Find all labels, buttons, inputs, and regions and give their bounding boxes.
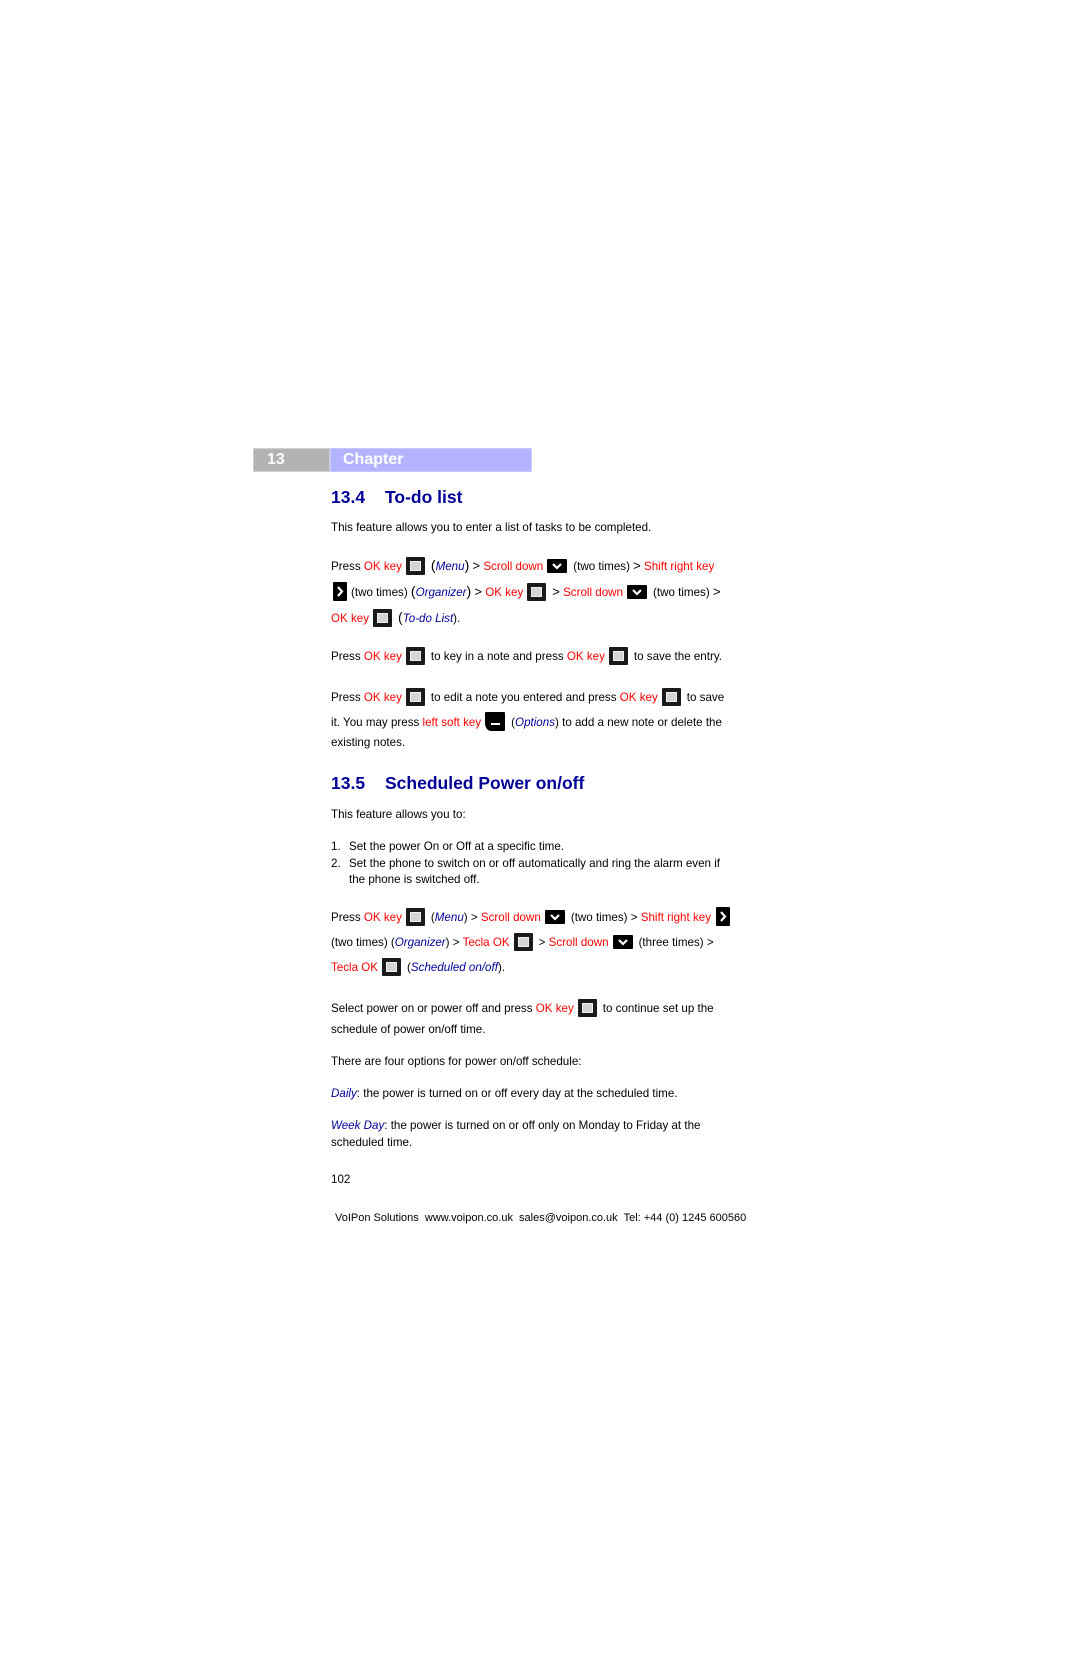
ok-key-icon bbox=[661, 688, 681, 706]
todo-list-label: To-do List bbox=[402, 612, 454, 625]
edit-note-instructions: Press OK key to edit a note you entered a… bbox=[331, 685, 751, 751]
section-intro: This feature allows you to: bbox=[331, 808, 466, 821]
todo-navigation-instructions: Press OK key (Menu) > Scroll down (two tim… bbox=[331, 553, 751, 631]
options-label: Options bbox=[515, 716, 556, 729]
left-soft-key-icon bbox=[485, 712, 506, 731]
section-number: 13.5 bbox=[331, 773, 366, 793]
ok-key-label: OK key bbox=[566, 650, 605, 663]
ok-key-label: OK key bbox=[363, 911, 402, 924]
option-term: Week Day bbox=[331, 1119, 385, 1132]
organizer-label: Organizer bbox=[415, 586, 467, 599]
scroll-down-label: Scroll down bbox=[563, 586, 624, 599]
section-heading-13-5: 13.5 Scheduled Power on/off bbox=[331, 773, 584, 794]
ok-key-icon bbox=[405, 647, 425, 665]
scroll-down-icon bbox=[547, 559, 568, 573]
ok-key-label: OK key bbox=[363, 560, 402, 573]
ok-key-icon bbox=[527, 583, 547, 601]
list-item: 1. Set the power On or Off at a specific … bbox=[331, 840, 565, 853]
footer: VoIPon Solutions www.voipon.co.uk sales@… bbox=[335, 1212, 747, 1224]
scroll-down-icon bbox=[544, 910, 565, 924]
options-intro: There are four options for power on/off … bbox=[331, 1055, 582, 1068]
ok-key-icon bbox=[405, 908, 425, 926]
section-title: Scheduled Power on/off bbox=[385, 773, 585, 793]
ok-key-icon bbox=[513, 933, 533, 951]
option-term: Daily bbox=[331, 1087, 357, 1100]
section-heading-13-4: 13.4 To-do list bbox=[331, 487, 462, 508]
nav-line-1: Press OK key (Menu) > Scroll down (two tim… bbox=[331, 557, 715, 575]
option-weekday: Week Day: the power is turned on or off … bbox=[331, 1119, 701, 1149]
option-daily: Daily: the power is turned on or off eve… bbox=[331, 1087, 678, 1100]
nav-line-2: (two times) (Organizer) > OK key > Scroll… bbox=[331, 579, 751, 605]
tecla-ok-label: Tecla OK bbox=[462, 936, 510, 949]
scheduled-label: Scheduled on/off bbox=[410, 961, 498, 974]
shift-right-key-label: Shift right key bbox=[640, 911, 711, 924]
ok-key-icon bbox=[373, 609, 393, 627]
ok-key-label: OK key bbox=[331, 612, 370, 625]
section-intro: This feature allows you to enter a list … bbox=[331, 521, 652, 534]
ok-key-icon bbox=[405, 688, 425, 706]
shift-right-key-icon bbox=[333, 582, 347, 601]
scroll-down-icon bbox=[627, 585, 648, 599]
save-entry-instructions: Press OK key to key in a note and press O… bbox=[331, 644, 751, 669]
menu-label: Menu bbox=[434, 911, 464, 924]
select-power-instructions: Select power on or power off and press O… bbox=[331, 996, 751, 1039]
list-item: 2. Set the phone to switch on or off auto… bbox=[331, 856, 720, 887]
ok-key-label: OK key bbox=[363, 650, 402, 663]
ok-key-icon bbox=[382, 958, 402, 976]
ok-key-icon bbox=[608, 647, 628, 665]
ok-key-label: OK key bbox=[363, 691, 402, 704]
scroll-down-icon bbox=[612, 935, 633, 949]
scroll-down-label: Scroll down bbox=[480, 911, 541, 924]
page-number: 102 bbox=[331, 1173, 351, 1186]
scroll-down-label: Scroll down bbox=[483, 560, 544, 573]
section-number: 13.4 bbox=[331, 487, 366, 507]
scroll-down-label: Scroll down bbox=[548, 936, 609, 949]
organizer-label: Organizer bbox=[394, 936, 446, 949]
left-soft-key-label: left soft key bbox=[422, 716, 482, 729]
chapter-number: 13 bbox=[253, 448, 330, 472]
ok-key-icon bbox=[577, 999, 597, 1017]
scheduled-navigation-instructions: Press OK key (Menu) > Scroll down (two tim… bbox=[331, 905, 751, 980]
ok-key-label: OK key bbox=[619, 691, 658, 704]
shift-right-key-label: Shift right key bbox=[644, 560, 715, 573]
menu-label: Menu bbox=[435, 560, 465, 573]
nav-line-3: OK key (To-do List). bbox=[331, 609, 461, 627]
ok-key-label: OK key bbox=[535, 1002, 574, 1015]
tecla-ok-label: Tecla OK bbox=[331, 961, 379, 974]
shift-right-key-icon bbox=[716, 907, 730, 926]
ok-key-icon bbox=[405, 557, 425, 575]
feature-list: 1. Set the power On or Off at a specific … bbox=[331, 839, 751, 889]
chapter-label: Chapter bbox=[330, 448, 532, 472]
ok-key-label: OK key bbox=[485, 586, 524, 599]
section-title: To-do list bbox=[385, 487, 463, 507]
